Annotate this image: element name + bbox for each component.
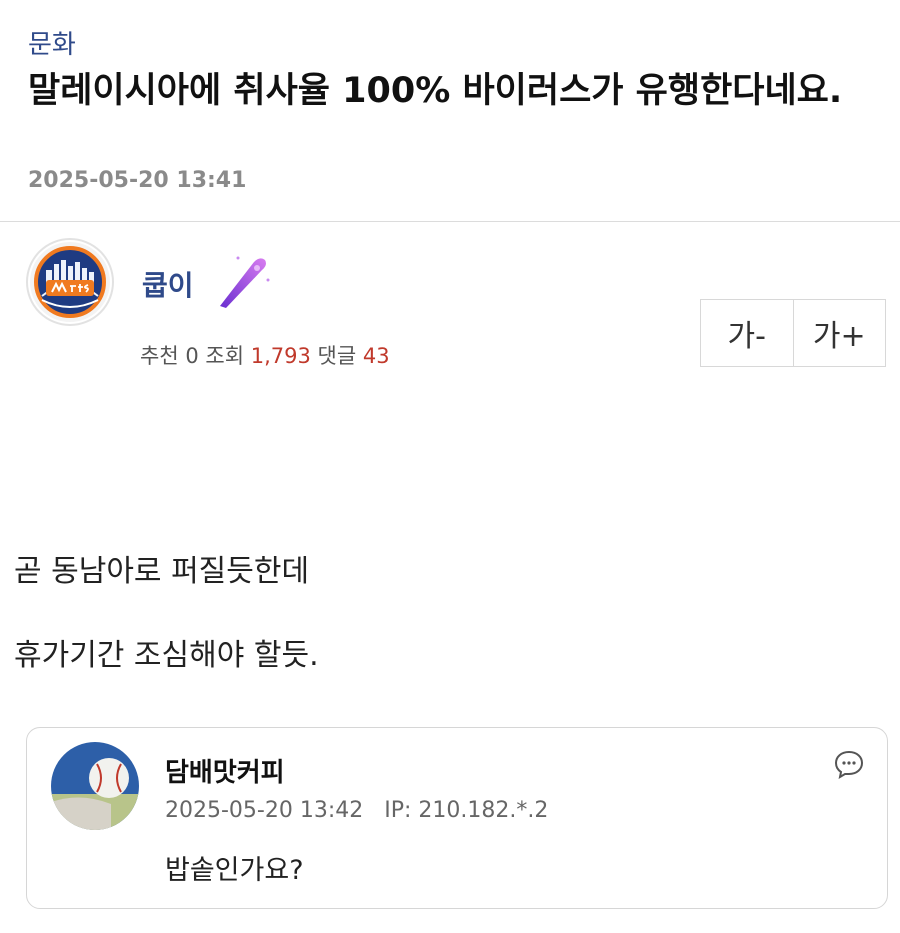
post-title: 말레이시아에 취사율 100% 바이러스가 유행한다네요. [28, 71, 843, 111]
comment-text: 밥솥인가요? [165, 855, 304, 886]
post-stats: 추천 0 조회 1,793 댓글 43 [140, 340, 390, 370]
comment-author[interactable]: 담배맛커피 [165, 752, 285, 789]
comments-label: 댓글 [317, 344, 357, 368]
views-label: 조회 [205, 344, 245, 368]
comment-meta: 2025-05-20 13:42 IP: 210.182.*.2 [165, 798, 548, 823]
views-count: 1,793 [250, 344, 311, 368]
recommend-count: 0 [185, 344, 199, 368]
comment-ip: IP: 210.182.*.2 [384, 798, 549, 823]
font-size-controls: 가- 가+ [700, 299, 886, 367]
mets-logo-icon [30, 242, 110, 322]
baseball-avatar-icon [51, 742, 139, 830]
font-decrease-button[interactable]: 가- [701, 300, 793, 366]
post-category[interactable]: 문화 [28, 24, 76, 61]
comments-count: 43 [362, 344, 390, 368]
post-body-line: 곧 동남아로 퍼질듯한데 [14, 554, 310, 589]
purple-bat-icon [220, 256, 270, 308]
post-body-line: 휴가기간 조심해야 할듯. [14, 638, 319, 673]
author-nickname[interactable]: 쿱이 [142, 264, 194, 304]
speech-bubble-icon[interactable] [833, 748, 865, 780]
comment-date: 2025-05-20 13:42 [165, 798, 364, 823]
divider [0, 221, 900, 222]
post-date: 2025-05-20 13:41 [28, 168, 247, 193]
comment-card: 담배맛커피 2025-05-20 13:42 IP: 210.182.*.2 밥… [26, 727, 888, 909]
font-increase-button[interactable]: 가+ [792, 300, 886, 366]
comment-avatar[interactable] [51, 742, 139, 830]
author-avatar[interactable] [26, 238, 114, 326]
recommend-label: 추천 [140, 344, 179, 368]
